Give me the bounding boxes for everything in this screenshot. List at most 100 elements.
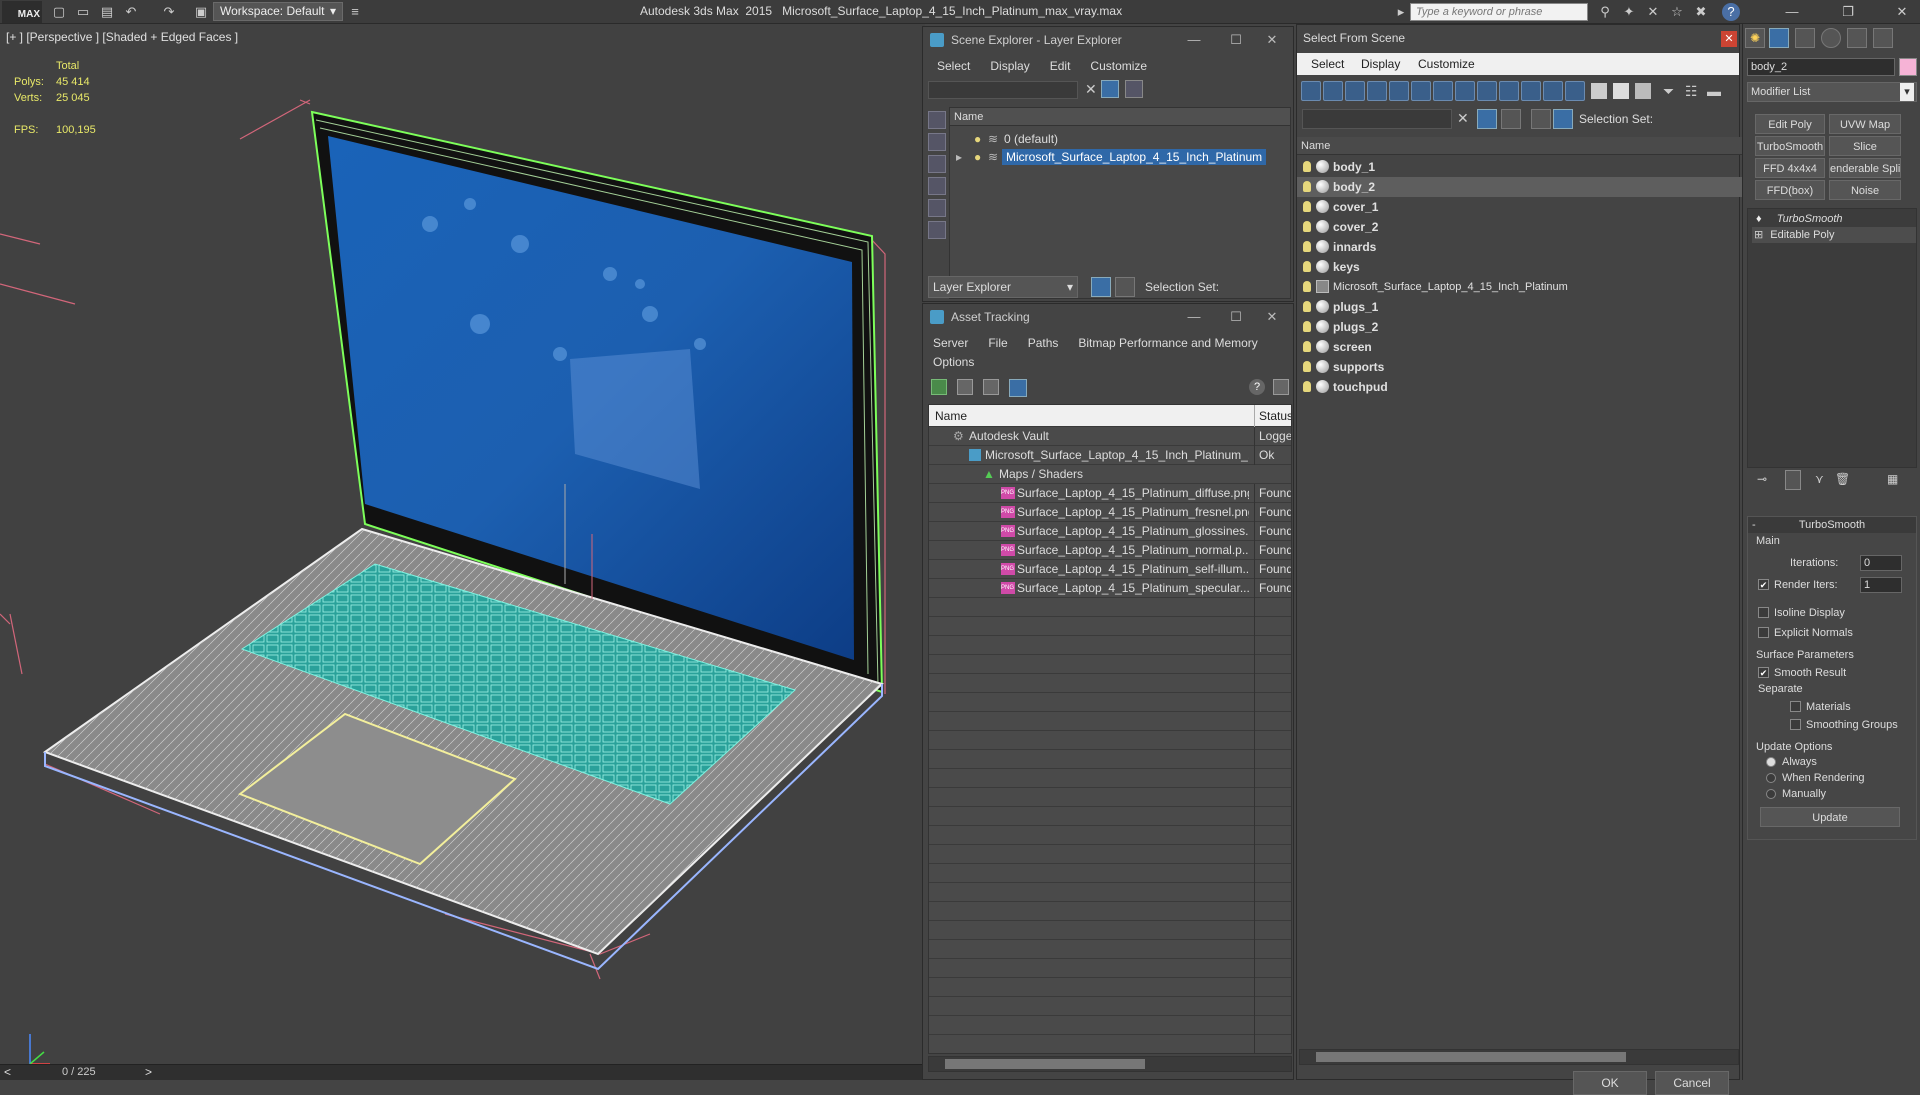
light-bulb-icon[interactable] [1303, 261, 1311, 272]
materials-checkbox[interactable] [1790, 701, 1801, 712]
filter-xrefs-icon[interactable] [1455, 81, 1475, 101]
update-when-rendering-radio[interactable] [1766, 773, 1776, 783]
filter-bones-icon[interactable] [1477, 81, 1497, 101]
scene-object-row[interactable]: keys [1297, 257, 1742, 277]
vault-row[interactable]: ⚙ Autodesk Vault Logged [929, 427, 1291, 446]
settings-icon[interactable] [1273, 379, 1289, 395]
clear-search-icon[interactable]: ✕ [1457, 110, 1469, 127]
filter-frozen-icon[interactable] [1521, 81, 1541, 101]
update-manually-radio[interactable] [1766, 789, 1776, 799]
smooth-result-checkbox[interactable]: ✔ [1758, 667, 1769, 678]
menu-customize[interactable]: Customize [1418, 57, 1475, 71]
scene-object-row[interactable]: plugs_1 [1297, 297, 1742, 317]
sfs-titlebar[interactable]: Select From Scene ✕ [1297, 25, 1739, 51]
display-geometry-icon[interactable] [928, 133, 946, 151]
hierarchy-tab-icon[interactable] [1795, 28, 1815, 48]
display-tab-icon[interactable] [1847, 28, 1867, 48]
column-header-name[interactable]: Name [950, 108, 1290, 126]
create-tab-icon[interactable]: ✺ [1745, 28, 1765, 48]
isoline-display-checkbox[interactable] [1758, 607, 1769, 618]
light-bulb-icon[interactable] [1303, 241, 1311, 252]
time-prev-button[interactable]: < [4, 1065, 11, 1079]
refresh-icon[interactable] [931, 379, 947, 395]
help-icon[interactable]: ? [1249, 379, 1265, 395]
layer-row[interactable]: ● ≋ 0 (default) [950, 130, 1290, 148]
filter-icon[interactable] [1101, 80, 1119, 98]
time-slider[interactable]: < 0 / 225 > [0, 1064, 925, 1080]
help-icon[interactable]: ? [1722, 3, 1740, 21]
map-file-row[interactable]: PNG Surface_Laptop_4_15_Platinum_glossine… [929, 522, 1291, 541]
menu-select[interactable]: Select [1311, 57, 1344, 71]
asset-horizontal-scrollbar[interactable] [928, 1056, 1292, 1072]
scene-explorer-titlebar[interactable]: Scene Explorer - Layer Explorer — ☐ ✕ [923, 27, 1293, 53]
light-bulb-icon[interactable]: ● [974, 130, 981, 148]
close-icon[interactable]: ✕ [1255, 27, 1289, 53]
clear-search-icon[interactable]: ✕ [1085, 81, 1097, 98]
light-bulb-icon[interactable] [1303, 361, 1311, 372]
edit-poly-button[interactable]: Edit Poly [1755, 114, 1825, 134]
redo-icon[interactable]: ↷ [160, 3, 178, 21]
modify-tab-icon[interactable] [1769, 28, 1789, 48]
table-view-icon[interactable] [1009, 379, 1027, 397]
light-bulb-icon[interactable] [1303, 161, 1311, 172]
render-iters-spinner[interactable]: 1 [1860, 577, 1902, 593]
filter-spacewarps-icon[interactable] [1411, 81, 1431, 101]
maximize-icon[interactable]: ☐ [1219, 304, 1253, 330]
renderable-spline-button[interactable]: enderable Spli [1829, 158, 1901, 178]
scene-object-row[interactable]: body_2 [1297, 177, 1742, 197]
list-view-icon[interactable] [957, 379, 973, 395]
menu-options[interactable]: Options [923, 351, 984, 373]
restore-icon[interactable]: ❐ [1830, 0, 1866, 24]
update-always-radio[interactable] [1766, 757, 1776, 767]
scene-object-row[interactable]: Microsoft_Surface_Laptop_4_15_Inch_Plati… [1297, 277, 1742, 297]
sfs-horizontal-scrollbar[interactable] [1299, 1049, 1739, 1065]
menu-display[interactable]: Display [980, 55, 1039, 77]
search-arrow-icon[interactable]: ▸ [1392, 3, 1410, 21]
close-icon[interactable]: ✕ [1884, 0, 1920, 24]
map-file-row[interactable]: PNG Surface_Laptop_4_15_Platinum_normal.p… [929, 541, 1291, 560]
remove-modifier-icon[interactable]: 🗑 [1835, 472, 1850, 486]
new-file-icon[interactable]: ▢ [50, 3, 68, 21]
sfs-search-input[interactable] [1302, 109, 1452, 129]
light-bulb-icon[interactable] [1303, 381, 1311, 392]
scroll-thumb[interactable] [1316, 1052, 1626, 1062]
object-name-field[interactable]: body_2 [1747, 58, 1895, 76]
sfs-column-name[interactable]: Name [1297, 137, 1742, 155]
motion-tab-icon[interactable] [1821, 28, 1841, 48]
filter-shapes-icon[interactable] [1323, 81, 1343, 101]
update-button[interactable]: Update [1760, 807, 1900, 827]
bulb-icon[interactable]: ♦ [1756, 213, 1762, 225]
display-cameras-icon[interactable] [928, 199, 946, 217]
scene-object-row[interactable]: supports [1297, 357, 1742, 377]
scene-object-row[interactable]: body_1 [1297, 157, 1742, 177]
scene-object-row[interactable]: cover_2 [1297, 217, 1742, 237]
filter-groups-icon[interactable] [1433, 81, 1453, 101]
hierarchy-view-icon[interactable] [1553, 109, 1573, 129]
slice-button[interactable]: Slice [1829, 136, 1901, 156]
light-bulb-icon[interactable] [1303, 321, 1311, 332]
select-all-icon[interactable] [1591, 83, 1607, 99]
scene-object-row[interactable]: innards [1297, 237, 1742, 257]
select-invert-icon[interactable] [1635, 83, 1651, 99]
uvw-map-button[interactable]: UVW Map [1829, 114, 1901, 134]
menu-display[interactable]: Display [1361, 57, 1400, 71]
menu-edit[interactable]: Edit [1040, 55, 1081, 77]
col-name[interactable]: Name [935, 405, 967, 427]
minimize-icon[interactable]: — [1774, 0, 1810, 24]
iterations-spinner[interactable]: 0 [1860, 555, 1902, 571]
light-bulb-icon[interactable] [1303, 281, 1311, 292]
filter-helpers-icon[interactable] [1389, 81, 1409, 101]
communication-icon[interactable]: ✕ [1644, 3, 1662, 21]
asset-tracking-titlebar[interactable]: Asset Tracking — ☐ ✕ [923, 304, 1293, 330]
filter-geometry-icon[interactable] [1301, 81, 1321, 101]
tree-view-icon[interactable] [983, 379, 999, 395]
favorites-star-icon[interactable]: ☆ [1668, 3, 1686, 21]
find-options-icon[interactable] [1125, 80, 1143, 98]
scene-search-input[interactable] [928, 81, 1078, 99]
menu-icon[interactable]: ≡ [346, 3, 364, 21]
app-logo[interactable]: MAX [2, 1, 42, 23]
layer-explorer-icon[interactable] [1091, 277, 1111, 297]
ok-button[interactable]: OK [1573, 1071, 1647, 1095]
menu-customize[interactable]: Customize [1080, 55, 1157, 77]
noise-button[interactable]: Noise [1829, 180, 1901, 200]
